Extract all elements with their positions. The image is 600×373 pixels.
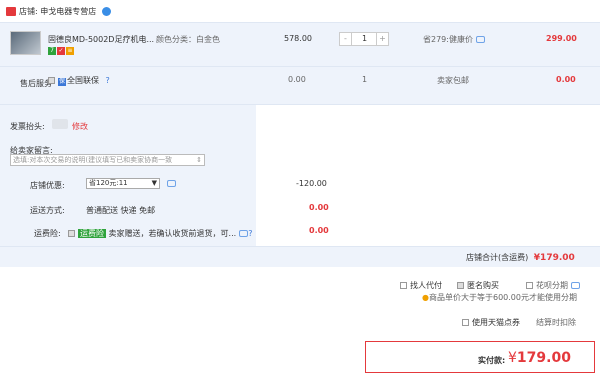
warranty-option[interactable]: 保全国联保 ? xyxy=(48,75,110,86)
coupon-select[interactable]: 省120元:11 ▼ xyxy=(86,178,160,189)
insurance-tag: 运费险 xyxy=(78,229,106,238)
shop-total-label: 店铺合计(含运费) xyxy=(466,253,529,262)
anonymous-option[interactable]: 匿名购买 xyxy=(457,280,499,291)
invoice-label: 发票抬头: xyxy=(10,122,45,131)
tmall-points-option[interactable]: 使用天猫点券 xyxy=(462,317,520,328)
payment-currency: ¥ xyxy=(508,350,517,366)
delivery-amount: 0.00 xyxy=(309,203,329,212)
warranty-checkbox[interactable] xyxy=(48,77,55,84)
service-total: 0.00 xyxy=(556,75,576,84)
service-price: 0.00 xyxy=(288,75,306,84)
quantity-decrease-button[interactable]: - xyxy=(340,33,352,45)
installment-label: 花呗分期 xyxy=(536,281,568,290)
coupon-selected-value: 省120元:11 xyxy=(89,179,128,187)
service-qty: 1 xyxy=(362,75,368,84)
insurance-checkbox[interactable] xyxy=(68,230,75,237)
insurance-amount: 0.00 xyxy=(309,226,329,235)
chat-icon[interactable] xyxy=(167,180,176,187)
delivery-label: 运送方式: xyxy=(30,206,65,215)
chevron-down-icon: ▼ xyxy=(151,179,157,187)
message-textarea[interactable]: 选填:对本次交易的说明(建议填写已和卖家协商一致 ⇕ xyxy=(10,154,205,166)
badge-genuine[interactable]: ✓ xyxy=(57,47,65,55)
delivery-value: 普通配送 快递 免邮 xyxy=(86,206,156,215)
warranty-label: 全国联保 xyxy=(67,76,99,85)
help-icon[interactable]: ? xyxy=(248,229,252,238)
points-note: 结算时扣除 xyxy=(536,318,576,327)
product-badges: 7 ✓ ≡ xyxy=(48,45,75,55)
payment-label: 实付款: xyxy=(478,356,506,365)
proxy-pay-label: 找人代付 xyxy=(410,281,442,290)
anonymous-checkbox[interactable] xyxy=(457,282,464,289)
chevron-down-icon: ⇕ xyxy=(196,156,202,164)
insurance-desc: 卖家赠送，若确认收货前退货，可... xyxy=(108,229,237,238)
coupon-amount: -120.00 xyxy=(296,179,327,188)
shop-name-link[interactable]: 申戈电器专营店 xyxy=(40,7,96,16)
service-shipping: 卖家包邮 xyxy=(437,76,469,85)
product-thumbnail[interactable] xyxy=(10,31,41,55)
right-blank-area xyxy=(256,104,600,246)
badge-7day[interactable]: 7 xyxy=(48,47,56,55)
location-pin-icon: ● xyxy=(422,293,429,302)
discount-text: 省279:健康价 xyxy=(423,35,473,44)
coupon-label: 店铺优惠: xyxy=(30,181,65,190)
badge-invoice[interactable]: ≡ xyxy=(66,47,74,55)
chat-icon[interactable] xyxy=(239,230,249,237)
warranty-icon: 保 xyxy=(58,78,66,86)
shop-total-amount: ¥179.00 xyxy=(533,253,575,263)
insurance-info: 运费险 卖家赠送，若确认收货前退货，可...? xyxy=(68,228,252,239)
product-variant: 颜色分类：白金色 xyxy=(156,35,220,44)
chat-icon[interactable] xyxy=(475,36,485,43)
verified-icon xyxy=(101,7,111,16)
shop-icon xyxy=(6,7,16,16)
quantity-stepper: - 1 + xyxy=(339,32,389,46)
quantity-increase-button[interactable]: + xyxy=(376,33,388,45)
chat-icon[interactable] xyxy=(571,282,580,289)
installment-option[interactable]: 花呗分期 xyxy=(526,280,580,291)
quantity-input[interactable]: 1 xyxy=(352,33,377,45)
product-title-link[interactable]: 固德良MD-5002D足疗机电... xyxy=(48,34,154,45)
item-subtotal: 299.00 xyxy=(546,34,577,43)
message-placeholder: 选填:对本次交易的说明(建议填写已和卖家协商一致 xyxy=(13,156,173,164)
installment-note: ●商品单价大于等于600.00元才能使用分期 xyxy=(422,292,577,303)
invoice-edit-link[interactable]: 修改 xyxy=(72,121,88,132)
tmall-points-checkbox[interactable] xyxy=(462,319,469,326)
help-icon[interactable]: ? xyxy=(106,76,110,85)
tmall-points-label: 使用天猫点券 xyxy=(472,318,520,327)
shop-label: 店铺: xyxy=(19,7,38,16)
shop-header: 店铺: 申戈电器专营店 xyxy=(6,6,111,17)
payment-amount: ¥179.00 xyxy=(508,350,571,366)
proxy-pay-checkbox[interactable] xyxy=(400,282,407,289)
payment-amount-value: 179.00 xyxy=(516,350,571,366)
anonymous-label: 匿名购买 xyxy=(467,281,499,290)
invoice-name-blurred xyxy=(52,119,68,129)
discount-label: 省279:健康价 xyxy=(423,34,485,45)
insurance-label: 运费险: xyxy=(34,229,61,238)
shop-total: 店铺合计(含运费) ¥179.00 xyxy=(466,252,575,263)
unit-price: 578.00 xyxy=(284,34,312,43)
proxy-pay-option[interactable]: 找人代付 xyxy=(400,280,442,291)
installment-note-text: 商品单价大于等于600.00元才能使用分期 xyxy=(428,293,577,302)
installment-checkbox[interactable] xyxy=(526,282,533,289)
